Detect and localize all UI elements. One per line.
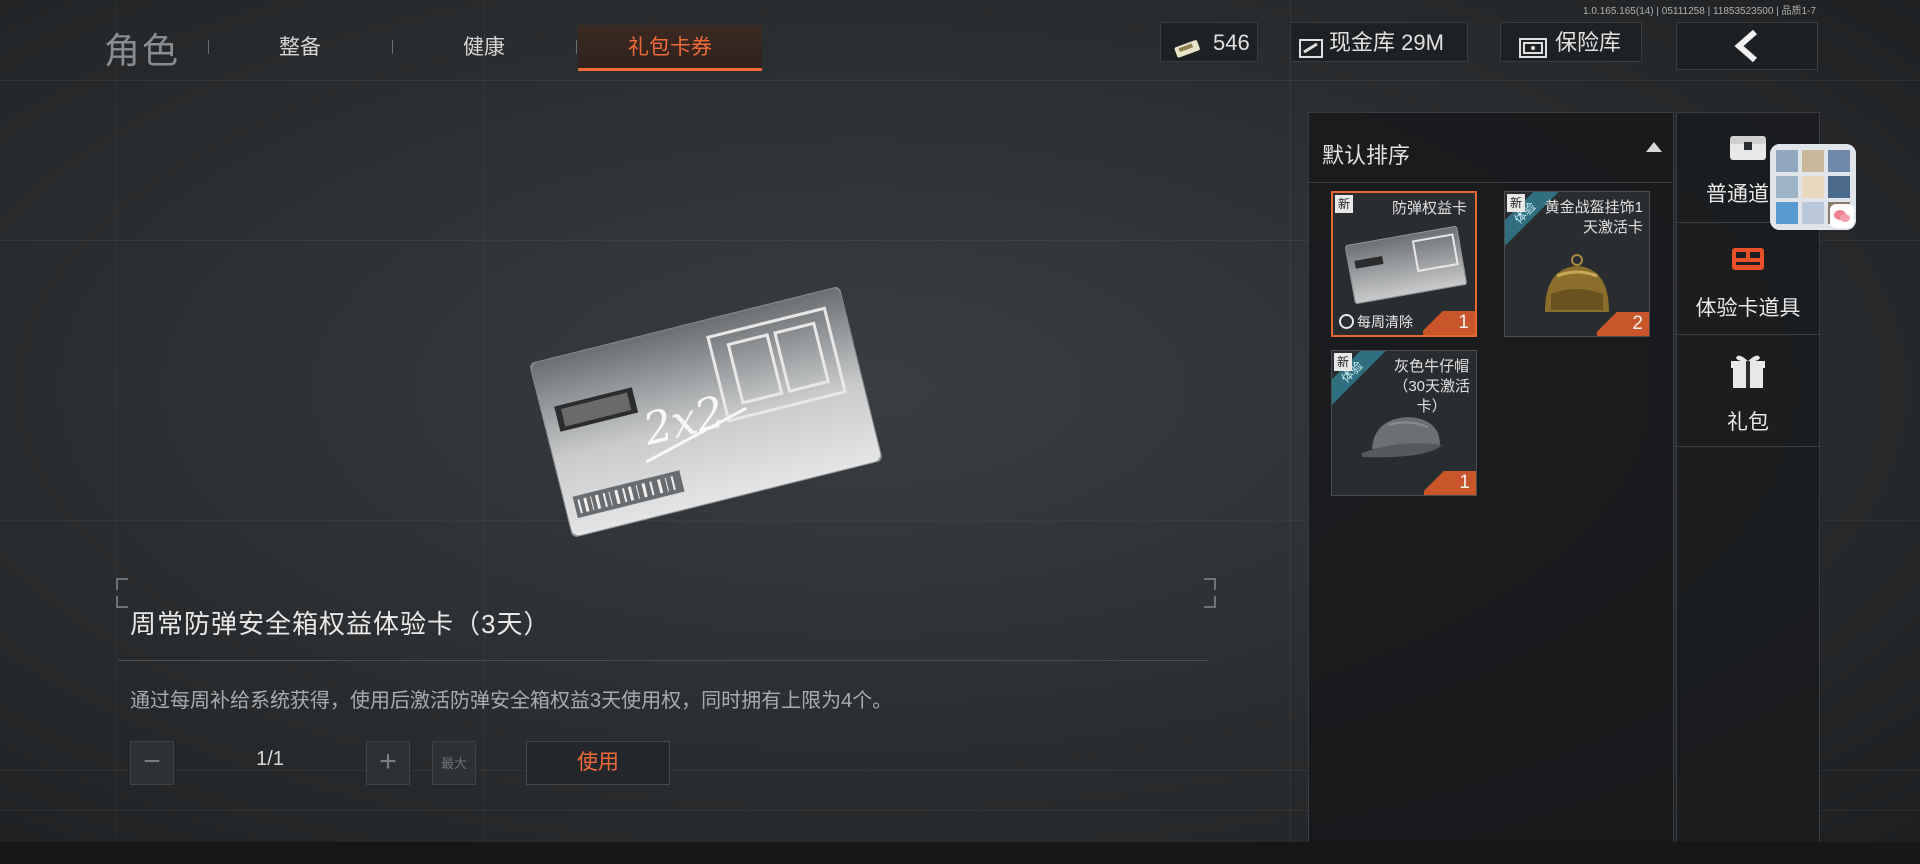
sort-label: 默认排序 — [1322, 143, 1411, 168]
cash-vault-button[interactable]: 现金库 29M — [1290, 22, 1468, 62]
item-title: 周常防弹安全箱权益体验卡（3天） — [130, 609, 551, 639]
slot-count: 1 — [1423, 311, 1475, 335]
details-divider — [118, 660, 1208, 661]
safe-vault-label: 保险库 — [1555, 30, 1622, 55]
gift-icon — [1730, 352, 1766, 395]
top-bar: 角色 整备 健康 礼包卡券 1.0.165.165(14) | 05111258… — [0, 0, 1920, 80]
cash-vault-label: 现金库 29M — [1329, 30, 1444, 55]
version-info: 1.0.165.165(14) | 05111258 | 11853523500… — [1583, 6, 1816, 17]
card-preview-image: 2x2 — [529, 286, 883, 538]
sort-dropdown[interactable]: 默认排序 — [1308, 118, 1674, 182]
slot-item-name: 灰色牛仔帽 （30天激活 卡） — [1393, 358, 1470, 415]
page-title: 角色 — [104, 30, 181, 71]
trial-card-icon — [1728, 244, 1768, 279]
max-quantity-button[interactable]: 最大 — [432, 741, 476, 785]
inventory-slot-armor-card[interactable]: 新 防弹权益卡 每周清除 1 — [1331, 191, 1477, 337]
slot-count: 2 — [1597, 312, 1649, 336]
quantity-decrease-button[interactable]: − — [130, 741, 174, 785]
new-badge: 新 — [1335, 195, 1353, 213]
inventory-slot-gold-helmet[interactable]: 体验 新 黄金战盔挂饰1 天激活卡 2 — [1504, 191, 1650, 337]
tab-equipment[interactable]: 整备 — [230, 25, 370, 71]
collapse-arrow-icon — [1646, 142, 1662, 152]
floating-avatar[interactable] — [1770, 144, 1856, 230]
wallet-icon — [1299, 32, 1323, 72]
category-label: 礼包 — [1727, 411, 1769, 434]
slot-item-name: 黄金战盔挂饰1 天激活卡 — [1544, 199, 1643, 236]
tab-gift-cards[interactable]: 礼包卡券 — [578, 25, 762, 71]
slot-item-name: 防弹权益卡 — [1391, 200, 1467, 217]
back-button[interactable] — [1676, 22, 1818, 70]
clock-icon — [1339, 314, 1354, 329]
ticket-icon — [1173, 32, 1203, 72]
safe-vault-button[interactable]: 保险库 — [1500, 22, 1642, 62]
weekly-reset-label: 每周清除 — [1339, 312, 1413, 332]
gray-cap-thumbnail — [1358, 409, 1454, 468]
safe-icon — [1519, 32, 1547, 72]
category-gift-packs[interactable]: 礼包 — [1676, 336, 1820, 446]
category-label: 体验卡道具 — [1695, 297, 1801, 320]
armor-card-thumbnail — [1344, 225, 1468, 305]
new-badge: 新 — [1334, 353, 1352, 371]
item-description: 通过每周补给系统获得，使用后激活防弹安全箱权益3天使用权，同时拥有上限为4个。 — [130, 690, 893, 712]
tab-health[interactable]: 健康 — [414, 25, 554, 71]
slot-count: 1 — [1424, 471, 1476, 495]
back-arrow-icon — [1731, 29, 1765, 68]
chest-icon — [1728, 132, 1768, 167]
bottom-bar — [0, 842, 1920, 864]
chat-bubble-icon — [1830, 204, 1854, 228]
new-badge: 新 — [1507, 194, 1525, 212]
quantity-increase-button[interactable]: + — [366, 741, 410, 785]
category-trial-cards[interactable]: 体验卡道具 — [1676, 224, 1820, 334]
ticket-count: 546 — [1213, 30, 1250, 55]
ticket-counter[interactable]: 546 — [1160, 22, 1258, 62]
inventory-slot-gray-cap[interactable]: 体验 新 灰色牛仔帽 （30天激活 卡） 1 — [1331, 350, 1477, 496]
quantity-value: 1/1 — [256, 748, 284, 770]
use-button[interactable]: 使用 — [526, 741, 670, 785]
